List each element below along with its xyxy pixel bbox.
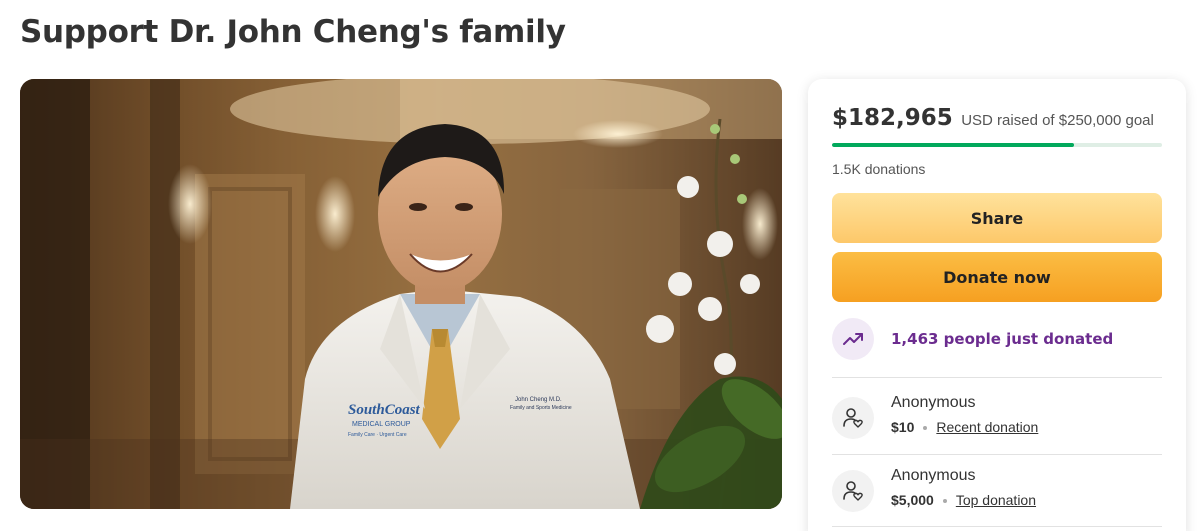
share-button[interactable]: Share xyxy=(832,193,1162,243)
donation-count: 1.5K donations xyxy=(832,161,926,177)
donation-amount: $10 xyxy=(891,419,915,435)
goal-text: USD raised of $250,000 goal xyxy=(961,112,1154,129)
divider xyxy=(832,526,1162,527)
divider xyxy=(832,454,1162,455)
goal-progress-fill xyxy=(832,143,1074,147)
top-donation-link[interactable]: Top donation xyxy=(956,492,1036,508)
donation-list-item: Anonymous $10 Recent donation xyxy=(832,394,1162,442)
recent-activity-banner: 1,463 people just donated xyxy=(832,318,1162,360)
doctor-photo: SouthCoast MEDICAL GROUP Family Care · U… xyxy=(20,79,782,509)
donor-meta: $5,000 Top donation xyxy=(891,492,1036,508)
donation-panel: $182,965 USD raised of $250,000 goal 1.5… xyxy=(808,79,1186,531)
recent-donation-link[interactable]: Recent donation xyxy=(936,419,1038,435)
separator-dot xyxy=(923,426,928,431)
coat-name-embroidery: John Cheng M.D. xyxy=(515,397,562,403)
donor-heart-icon xyxy=(832,470,874,512)
amount-raised: $182,965 xyxy=(832,105,953,131)
raised-summary: $182,965 USD raised of $250,000 goal xyxy=(832,105,1154,131)
coat-logo-text: SouthCoast xyxy=(348,402,421,418)
donation-list-item: Anonymous $5,000 Top donation xyxy=(832,467,1162,515)
donor-heart-icon xyxy=(832,397,874,439)
recent-donors-text: 1,463 people just donated xyxy=(891,330,1114,348)
donor-meta: $10 Recent donation xyxy=(891,419,1038,435)
coat-specialty-embroidery: Family and Sports Medicine xyxy=(510,405,572,411)
page-title: Support Dr. John Cheng's family xyxy=(20,14,566,50)
coat-logo-services: Family Care · Urgent Care xyxy=(348,432,407,438)
coat-logo-subtitle: MEDICAL GROUP xyxy=(352,421,411,428)
divider xyxy=(832,377,1162,378)
goal-progress-bar xyxy=(832,143,1162,147)
trending-up-icon xyxy=(832,318,874,360)
donate-now-button[interactable]: Donate now xyxy=(832,252,1162,302)
fundraiser-hero-image[interactable]: SouthCoast MEDICAL GROUP Family Care · U… xyxy=(20,79,782,509)
donation-amount: $5,000 xyxy=(891,492,934,508)
donor-name: Anonymous xyxy=(891,467,976,484)
separator-dot xyxy=(942,499,947,504)
donor-name: Anonymous xyxy=(891,394,976,411)
